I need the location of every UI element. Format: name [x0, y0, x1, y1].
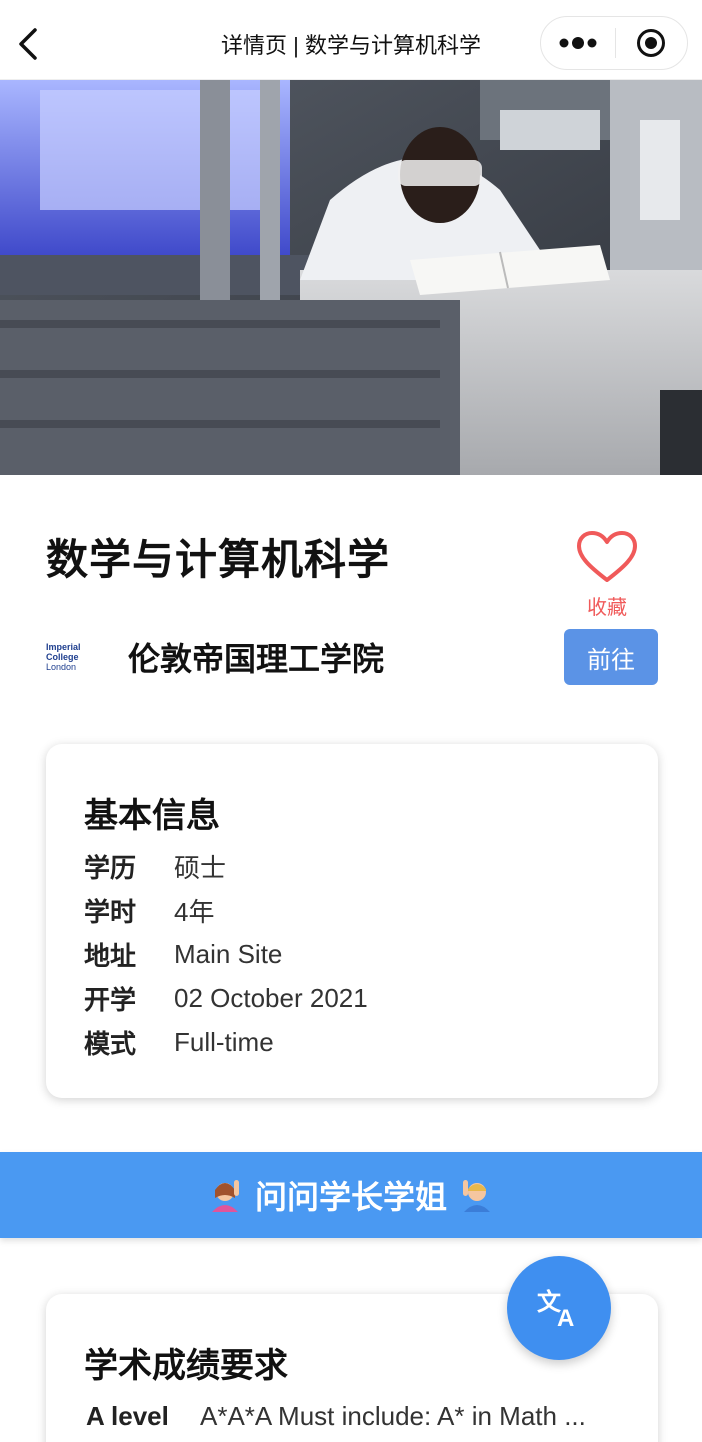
academic-title: 学术成绩要求 [84, 1347, 288, 1385]
basic-info-list: 学历 硕士 学时 4年 地址 Main Site 开学 02 October 2… [84, 844, 368, 1064]
program-title: 数学与计算机科学 [46, 536, 391, 583]
school-row: Imperial College London 伦敦帝国理工学院 [46, 630, 384, 684]
info-row-degree: 学历 硕士 [84, 844, 368, 888]
goto-button[interactable]: 前往 [564, 629, 658, 685]
navigation-bar: 详情页 | 数学与计算机科学 [0, 0, 702, 80]
raising-hand-woman-icon [207, 1177, 243, 1213]
info-row-duration: 学时 4年 [84, 888, 368, 932]
info-row-start-date: 开学 02 October 2021 [84, 976, 368, 1020]
info-row-location: 地址 Main Site [84, 932, 368, 976]
record-target-icon [637, 29, 666, 57]
info-key: 开学 [84, 984, 137, 1015]
basic-info-card: 基本信息 学历 硕士 学时 4年 地址 Main Site 开学 02 Octo… [46, 744, 658, 1098]
academic-row-alevel: A level A*A*A Must include: A* in Math .… [86, 1396, 620, 1442]
info-key: 学历 [84, 852, 137, 883]
heart-outline-icon [577, 531, 637, 582]
ask-seniors-button[interactable]: 问问学长学姐 [0, 1152, 702, 1238]
favorite-label: 收藏 [587, 597, 627, 619]
info-key: 地址 [84, 940, 137, 971]
hero-image [0, 80, 702, 475]
raising-hand-man-icon [459, 1177, 495, 1213]
info-value: 4年 [174, 896, 215, 927]
favorite-button[interactable]: 收藏 [570, 530, 644, 620]
svg-text:A: A [557, 1305, 574, 1328]
academic-value: A*A*A Must include: A* in Math ... tics,… [200, 1401, 586, 1442]
more-button[interactable] [541, 16, 615, 70]
school-logo: Imperial College London [46, 630, 114, 684]
info-value: Main Site [174, 938, 283, 969]
more-dots-icon [559, 37, 597, 49]
academic-key: A level [86, 1401, 169, 1431]
info-key: 模式 [84, 1028, 137, 1059]
close-mini-program-button[interactable] [616, 16, 688, 70]
info-key: 学时 [84, 896, 137, 927]
translate-icon: 文 A [537, 1288, 574, 1328]
info-value: Full-time [174, 1026, 274, 1057]
info-row-mode: 模式 Full-time [84, 1020, 368, 1064]
basic-info-title: 基本信息 [84, 797, 220, 835]
school-logo-line1: Imperial College [46, 642, 81, 662]
ask-seniors-label: 问问学长学姐 [254, 1179, 447, 1215]
info-value: 硕士 [174, 852, 227, 883]
school-logo-line2: London [46, 662, 77, 672]
translate-button[interactable]: 文 A [507, 1256, 611, 1360]
mini-program-capsule [540, 16, 688, 70]
school-name: 伦敦帝国理工学院 [128, 641, 385, 677]
info-value: 02 October 2021 [174, 982, 368, 1013]
